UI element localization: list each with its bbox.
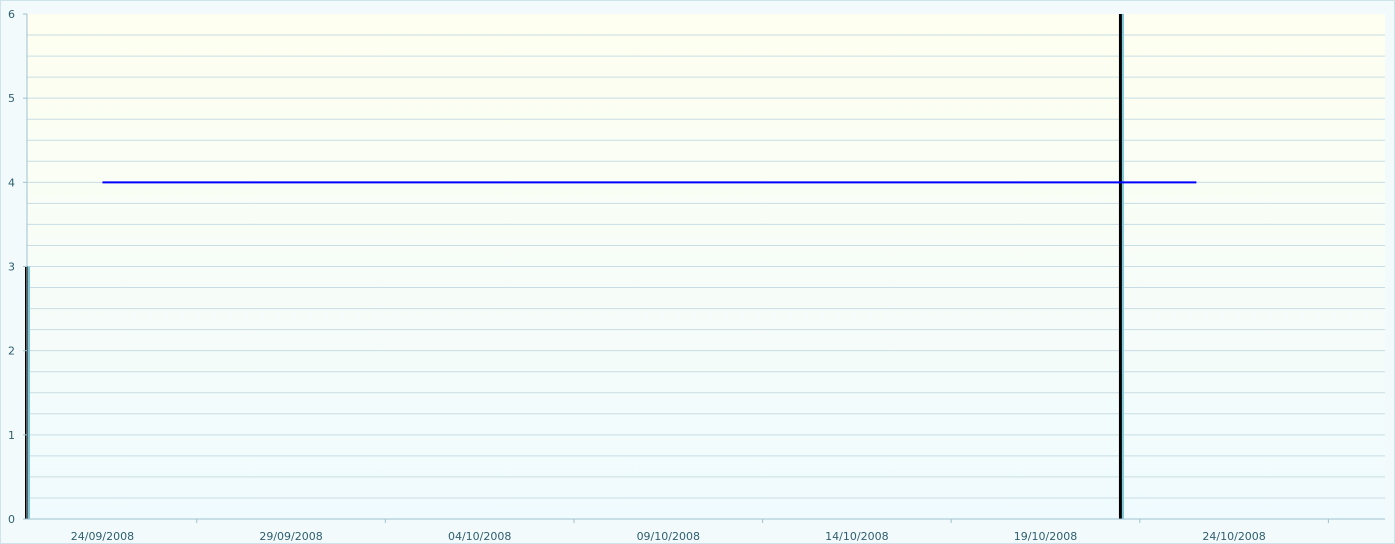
y-tick-label: 5 [8,92,15,105]
y-tick-label: 4 [8,176,15,189]
x-tick-label: 14/10/2008 [825,530,888,543]
y-tick-label: 1 [8,429,15,442]
chart-svg: 0 1 2 3 4 5 6 24/09/2008 29/09/2008 04/10/2008 09… [8,8,1385,543]
y-tick-label: 2 [8,345,15,358]
x-tick-label: 09/10/2008 [637,530,700,543]
bar-highlight [1121,14,1124,519]
chart-container: 0 1 2 3 4 5 6 24/09/2008 29/09/2008 04/10/2008 09… [0,0,1395,544]
x-tick-label: 29/09/2008 [259,530,322,543]
x-axis-labels: 24/09/2008 29/09/2008 04/10/2008 09/10/2008… [71,530,1266,543]
y-tick-label: 6 [8,8,15,21]
x-tick-label: 24/10/2008 [1202,530,1265,543]
x-tick-label: 04/10/2008 [448,530,511,543]
bar-highlight [28,266,30,519]
y-tick-label: 3 [8,261,15,274]
bar [1118,14,1122,519]
y-axis-labels: 0 1 2 3 4 5 6 [8,8,15,526]
y-tick-label: 0 [8,513,15,526]
x-tick-label: 19/10/2008 [1014,530,1077,543]
x-tick-label: 24/09/2008 [71,530,134,543]
